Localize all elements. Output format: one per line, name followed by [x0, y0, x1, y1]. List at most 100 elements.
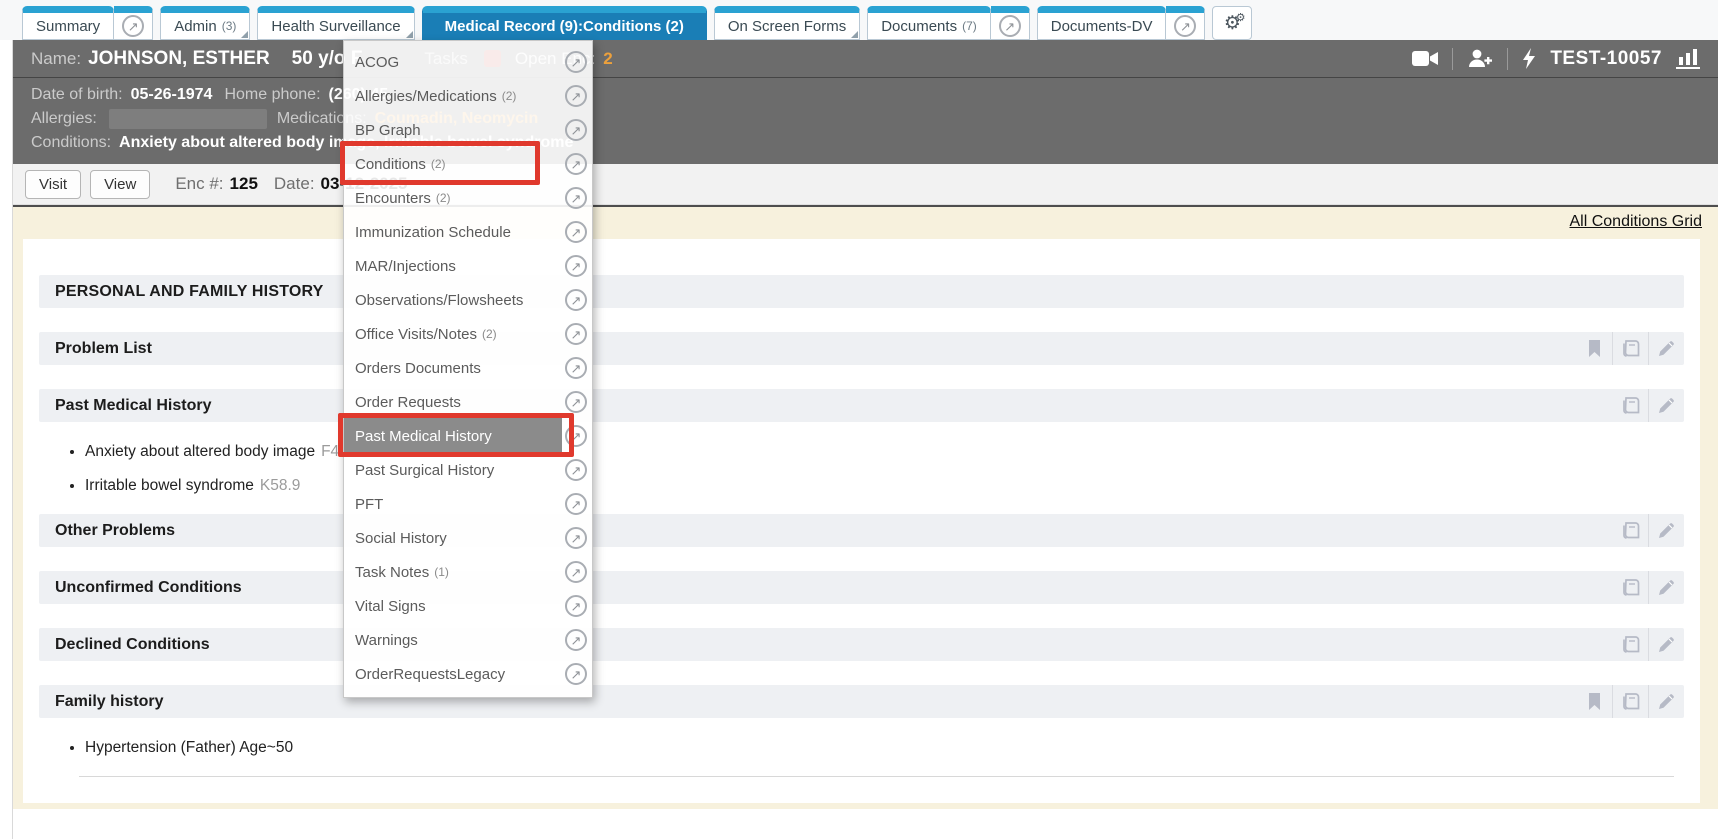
book-icon[interactable] [1612, 571, 1648, 604]
book-icon[interactable] [1612, 685, 1648, 718]
tab-group-on-screen-forms: On Screen Forms [714, 6, 860, 40]
arrow-up-right-icon[interactable]: ↗ [565, 187, 587, 209]
enc-number-label: Enc #: [175, 174, 223, 194]
book-icon[interactable] [1612, 628, 1648, 661]
arrow-up-right-icon[interactable]: ↗ [565, 153, 587, 175]
menu-item-label: Warnings [355, 632, 418, 649]
menu-item-label: Order Requests [355, 394, 461, 411]
tab-group-health-surveillance: Health Surveillance [257, 6, 414, 40]
bookmark-icon[interactable] [1576, 332, 1612, 365]
arrow-up-right-icon[interactable]: ↗ [565, 595, 587, 617]
menu-item-label: Immunization Schedule [355, 224, 511, 241]
video-camera-icon[interactable] [1412, 50, 1438, 67]
visit-button[interactable]: Visit [25, 170, 81, 199]
arrow-up-right-icon[interactable]: ↗ [565, 663, 587, 685]
tab-medical-record-9-conditions-2-[interactable]: Medical Record (9):Conditions (2) [422, 6, 707, 40]
arrow-up-right-icon[interactable]: ↗ [565, 629, 587, 651]
tab-menu-notch [851, 31, 858, 38]
bar-chart-icon[interactable] [1676, 48, 1700, 69]
arrow-up-right-icon[interactable]: ↗ [565, 527, 587, 549]
menu-item-bp-graph[interactable]: BP Graph↗ [344, 113, 592, 147]
menu-item-order-requests[interactable]: Order Requests ↗ [344, 385, 592, 419]
medical-record-dropdown-menu: ACOG↗Allergies/Medications(2)↗BP Graph↗C… [343, 40, 593, 698]
section-title: Family history [39, 693, 163, 711]
menu-item-past-surgical-history[interactable]: Past Surgical History↗ [344, 453, 592, 487]
tab-count: (7) [962, 19, 977, 33]
tab-open-in-new-button[interactable]: ↗ [114, 6, 153, 40]
section-action-icons [1612, 628, 1684, 661]
menu-item-encounters[interactable]: Encounters(2)↗ [344, 181, 592, 215]
menu-item-warnings[interactable]: Warnings ↗ [344, 623, 592, 657]
menu-item-label: Past Medical History [355, 428, 492, 445]
arrow-up-right-icon: ↗ [1174, 15, 1196, 37]
open-enc-value: 2 [603, 49, 612, 69]
book-icon[interactable] [1612, 332, 1648, 365]
arrow-up-right-icon[interactable]: ↗ [565, 459, 587, 481]
lightning-icon[interactable] [1522, 48, 1536, 69]
menu-item-pft[interactable]: PFT↗ [344, 487, 592, 521]
menu-item-mar-injections[interactable]: MAR/Injections↗ [344, 249, 592, 283]
menu-item-allergies-medications[interactable]: Allergies/Medications(2)↗ [344, 79, 592, 113]
view-button[interactable]: View [90, 170, 150, 199]
arrow-up-right-icon[interactable]: ↗ [565, 221, 587, 243]
date-label: Date: [274, 174, 315, 194]
menu-item-social-history[interactable]: Social History↗ [344, 521, 592, 555]
pencil-icon[interactable] [1648, 332, 1684, 365]
menu-item-label: ACOG [355, 54, 399, 71]
section-action-icons [1612, 389, 1684, 422]
menu-item-immunization-schedule[interactable]: Immunization Schedule ↗ [344, 215, 592, 249]
tab-health-surveillance[interactable]: Health Surveillance [257, 6, 414, 40]
arrow-up-right-icon[interactable]: ↗ [565, 357, 587, 379]
icd-code: K58.9 [260, 477, 301, 494]
pencil-icon[interactable] [1648, 628, 1684, 661]
tab-open-in-new-button[interactable]: ↗ [1166, 6, 1205, 40]
tab-documents-dv[interactable]: Documents-DV [1037, 6, 1167, 40]
gear-small-icon: ⚙ [1236, 11, 1246, 24]
menu-item-observations-flowsheets[interactable]: Observations/Flowsheets↗ [344, 283, 592, 317]
book-icon[interactable] [1612, 514, 1648, 547]
menu-item-conditions[interactable]: Conditions(2)↗ [344, 147, 592, 181]
section-bar-family-history: Family history [39, 685, 1684, 718]
menu-item-count: (2) [436, 191, 451, 205]
menu-item-count: (1) [434, 565, 449, 579]
arrow-up-right-icon[interactable]: ↗ [565, 255, 587, 277]
arrow-up-right-icon[interactable]: ↗ [565, 425, 587, 447]
tab-group-medical-record-9-conditions-2-: Medical Record (9):Conditions (2) [422, 6, 707, 40]
arrow-up-right-icon[interactable]: ↗ [565, 51, 587, 73]
book-icon[interactable] [1612, 389, 1648, 422]
section-title: Problem List [39, 340, 152, 358]
add-person-icon[interactable] [1467, 49, 1493, 68]
pencil-icon[interactable] [1648, 685, 1684, 718]
arrow-up-right-icon[interactable]: ↗ [565, 119, 587, 141]
arrow-up-right-icon[interactable]: ↗ [565, 323, 587, 345]
menu-item-task-notes[interactable]: Task Notes(1)↗ [344, 555, 592, 589]
arrow-up-right-icon[interactable]: ↗ [565, 493, 587, 515]
menu-item-past-medical-history[interactable]: Past Medical History ↗ [344, 419, 592, 453]
arrow-up-right-icon[interactable]: ↗ [565, 561, 587, 583]
arrow-up-right-icon[interactable]: ↗ [565, 289, 587, 311]
tab-menu-notch [406, 31, 413, 38]
pencil-icon[interactable] [1648, 389, 1684, 422]
tab-open-in-new-button[interactable]: ↗ [991, 6, 1030, 40]
all-conditions-grid-link[interactable]: All Conditions Grid [1570, 213, 1703, 230]
enc-number-value: 125 [230, 174, 258, 194]
tab-admin[interactable]: Admin(3) [160, 6, 250, 40]
tab-on-screen-forms[interactable]: On Screen Forms [714, 6, 860, 40]
tab-summary[interactable]: Summary [22, 6, 114, 40]
tab-label: Health Surveillance [271, 18, 400, 35]
list-item: Hypertension (Father) Age~50 [85, 738, 1684, 758]
settings-gear-button[interactable]: ⚙ ⚙ [1212, 6, 1252, 40]
menu-item-acog[interactable]: ACOG ↗ [344, 45, 592, 79]
arrow-up-right-icon[interactable]: ↗ [565, 391, 587, 413]
menu-item-orders-documents[interactable]: Orders Documents↗ [344, 351, 592, 385]
bookmark-icon[interactable] [1576, 685, 1612, 718]
menu-item-vital-signs[interactable]: Vital Signs↗ [344, 589, 592, 623]
tab-documents[interactable]: Documents(7) [867, 6, 991, 40]
section-title: Other Problems [39, 522, 175, 540]
menu-item-orderrequestslegacy[interactable]: OrderRequestsLegacy↗ [344, 657, 592, 691]
arrow-up-right-icon[interactable]: ↗ [565, 85, 587, 107]
menu-item-office-visits-notes[interactable]: Office Visits/Notes(2)↗ [344, 317, 592, 351]
pencil-icon[interactable] [1648, 571, 1684, 604]
dob-label: Date of birth: [31, 83, 123, 107]
pencil-icon[interactable] [1648, 514, 1684, 547]
